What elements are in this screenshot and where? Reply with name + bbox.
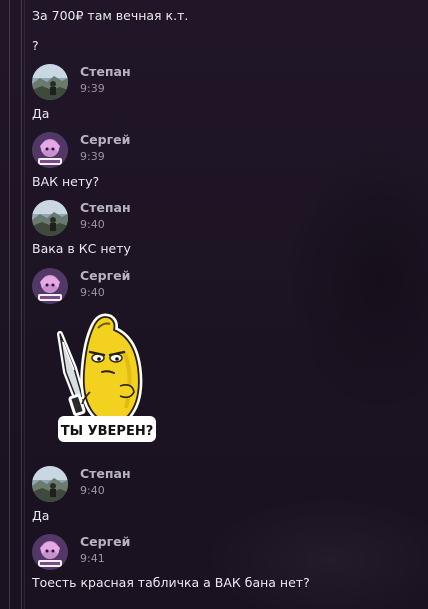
author-name[interactable]: Степан: [80, 466, 131, 481]
stepan-avatar[interactable]: [32, 64, 68, 100]
sergey-avatar[interactable]: [32, 534, 68, 570]
message-text[interactable]: Да: [32, 508, 49, 523]
author-name[interactable]: Сергей: [80, 268, 130, 283]
message-time: 9:40: [80, 286, 105, 299]
stepan-avatar[interactable]: [32, 200, 68, 236]
sticker-caption: ТЫ УВЕРЕН?: [61, 424, 154, 439]
sergey-avatar[interactable]: [32, 132, 68, 168]
message-text[interactable]: Да: [32, 106, 49, 121]
author-name[interactable]: Степан: [80, 200, 131, 215]
message-text[interactable]: Вака в КС нету: [32, 241, 131, 256]
message-text[interactable]: За 700₽ там вечная к.т.: [32, 8, 188, 23]
author-name[interactable]: Степан: [80, 64, 131, 79]
sergey-avatar[interactable]: [32, 268, 68, 304]
message-time: 9:40: [80, 484, 105, 497]
banana-with-knife-sticker[interactable]: ТЫ УВЕРЕН?: [54, 312, 166, 444]
message-text[interactable]: ВАК нету?: [32, 174, 99, 189]
stepan-avatar[interactable]: [32, 466, 68, 502]
message-time: 9:39: [80, 150, 105, 163]
thread-line: [21, 0, 22, 609]
message-time: 9:40: [80, 218, 105, 231]
thread-line: [24, 0, 25, 609]
message-text[interactable]: ?: [32, 38, 39, 53]
author-name[interactable]: Сергей: [80, 132, 130, 147]
message-time: 9:39: [80, 82, 105, 95]
message-time: 9:41: [80, 552, 105, 565]
author-name[interactable]: Сергей: [80, 534, 130, 549]
message-text[interactable]: Тоесть красная табличка а ВАК бана нет?: [32, 575, 310, 590]
thread-line: [9, 0, 10, 609]
